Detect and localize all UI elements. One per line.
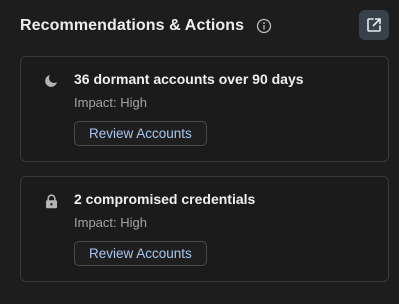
impact-label: Impact: High	[74, 95, 147, 110]
panel-header: Recommendations & Actions	[20, 14, 272, 38]
open-external-icon	[365, 16, 383, 34]
review-accounts-button[interactable]: Review Accounts	[74, 241, 207, 266]
impact-label: Impact: High	[74, 215, 147, 230]
open-external-button[interactable]	[359, 10, 389, 40]
recommendation-title: 2 compromised credentials	[74, 191, 256, 207]
moon-icon	[43, 73, 59, 89]
info-icon[interactable]	[256, 18, 272, 34]
lock-icon	[43, 193, 59, 209]
recommendation-card: 36 dormant accounts over 90 days Impact:…	[20, 56, 389, 162]
review-accounts-button[interactable]: Review Accounts	[74, 121, 207, 146]
recommendations-panel: Recommendations & Actions 36 dormant acc…	[0, 0, 399, 304]
recommendation-title: 36 dormant accounts over 90 days	[74, 71, 304, 87]
panel-title: Recommendations & Actions	[20, 17, 245, 34]
recommendation-card: 2 compromised credentials Impact: High R…	[20, 176, 389, 282]
